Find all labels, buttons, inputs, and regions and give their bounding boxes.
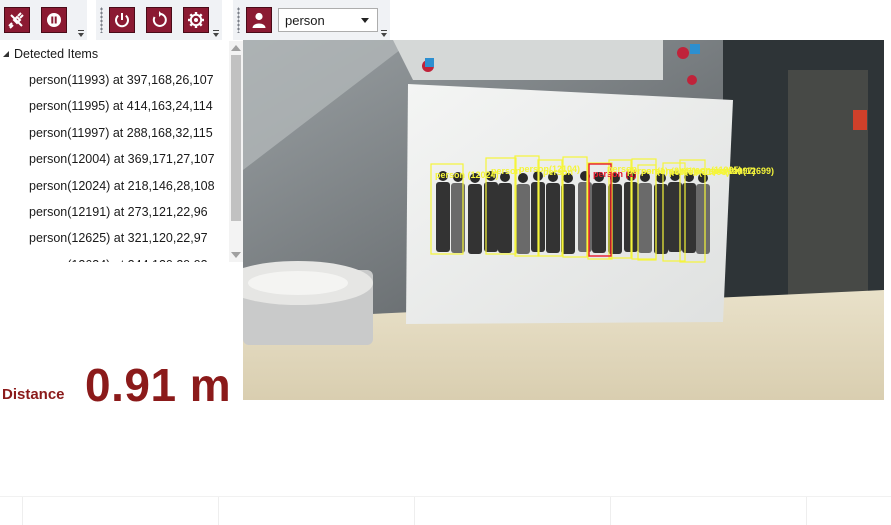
toolbar-grip[interactable] xyxy=(237,7,240,33)
distance-readout: Distance 0.91 m xyxy=(0,356,243,416)
person-silhouette xyxy=(498,172,512,253)
person-icon xyxy=(252,12,266,28)
disconnect-icon xyxy=(8,12,24,29)
disconnect-button[interactable] xyxy=(4,7,30,33)
power-icon xyxy=(115,13,129,28)
list-item[interactable]: person(11993) at 397,168,26,107 xyxy=(0,67,243,93)
detection-label: person(12699) xyxy=(713,166,774,176)
status-cell xyxy=(611,497,807,525)
pause-icon xyxy=(47,13,61,27)
tree-scrollbar[interactable] xyxy=(229,41,243,262)
scroll-up-icon[interactable] xyxy=(231,44,241,52)
detection-label: person (12024) xyxy=(435,170,499,180)
toolbar-connection xyxy=(0,0,87,40)
magnet-blue xyxy=(425,58,434,67)
detection-label: person xyxy=(491,166,521,176)
distance-value: 0.91 m xyxy=(85,359,232,411)
reflection-red-patch xyxy=(853,110,867,130)
tree-root-node[interactable]: Detected Items xyxy=(0,41,243,67)
toolbar-overflow-icon[interactable] xyxy=(381,30,387,38)
pause-button[interactable] xyxy=(41,7,67,33)
person-silhouette xyxy=(468,173,482,254)
status-bar xyxy=(0,496,891,525)
person-silhouette xyxy=(592,172,606,253)
detected-items-list: person(11993) at 397,168,26,107 person(1… xyxy=(0,67,243,262)
refresh-button[interactable] xyxy=(146,7,172,33)
refresh-icon xyxy=(152,11,167,27)
toolbar-filter: person xyxy=(233,0,390,40)
magnet-red xyxy=(677,47,689,59)
status-cell xyxy=(219,497,415,525)
scroll-down-icon[interactable] xyxy=(231,251,241,259)
power-button[interactable] xyxy=(109,7,135,33)
list-item[interactable]: person(12004) at 369,171,27,107 xyxy=(0,146,243,172)
class-filter-value: person xyxy=(285,12,325,28)
toolbar-overflow-icon[interactable] xyxy=(213,30,219,38)
person-silhouette xyxy=(638,172,652,253)
person-silhouette xyxy=(516,173,530,254)
camera-view[interactable]: person (12024) person person(12104) person p… xyxy=(243,40,884,400)
collapse-caret-icon[interactable] xyxy=(2,50,10,58)
list-item[interactable]: person(12634) at 244,120,29,93 xyxy=(0,252,243,262)
distance-label: Distance xyxy=(2,386,65,403)
person-silhouette xyxy=(546,172,560,253)
toolbar-system xyxy=(96,0,222,40)
magnet-blue xyxy=(690,44,700,54)
chevron-down-icon xyxy=(361,17,369,23)
class-filter-dropdown[interactable]: person xyxy=(278,8,378,32)
detected-items-tree[interactable]: Detected Items person(11993) at 397,168,… xyxy=(0,41,243,262)
scrollbar-thumb[interactable] xyxy=(231,55,241,221)
settings-button[interactable] xyxy=(183,7,209,33)
toolbar-overflow-icon[interactable] xyxy=(78,30,84,38)
person-filter-button[interactable] xyxy=(246,7,272,33)
list-item[interactable]: person(12024) at 218,146,28,108 xyxy=(0,173,243,199)
person-silhouette xyxy=(578,171,592,252)
camera-frame: person (12024)personperson(12104)person p… xyxy=(243,40,884,400)
tree-root-label: Detected Items xyxy=(14,47,99,61)
list-item[interactable]: person(11997) at 288,168,32,115 xyxy=(0,120,243,146)
app-window: person Detected Items person(11993) at 3… xyxy=(0,0,891,525)
person-reflection xyxy=(788,70,868,320)
list-item[interactable]: person(12191) at 273,121,22,96 xyxy=(0,199,243,225)
status-cell xyxy=(23,497,219,525)
list-item[interactable]: person(11995) at 414,163,24,114 xyxy=(0,93,243,119)
person-silhouette xyxy=(608,173,622,254)
person-silhouette xyxy=(436,171,450,252)
list-item[interactable]: person(12625) at 321,120,22,97 xyxy=(0,225,243,251)
status-cell xyxy=(0,497,23,525)
person-silhouette xyxy=(696,173,710,254)
magnet-red xyxy=(687,75,697,85)
robot-top-inner xyxy=(248,271,348,295)
status-cell xyxy=(415,497,611,525)
toolbar-grip[interactable] xyxy=(100,7,103,33)
detection-label: person xyxy=(543,167,573,177)
person-silhouette xyxy=(682,172,696,253)
settings-icon xyxy=(188,12,204,28)
